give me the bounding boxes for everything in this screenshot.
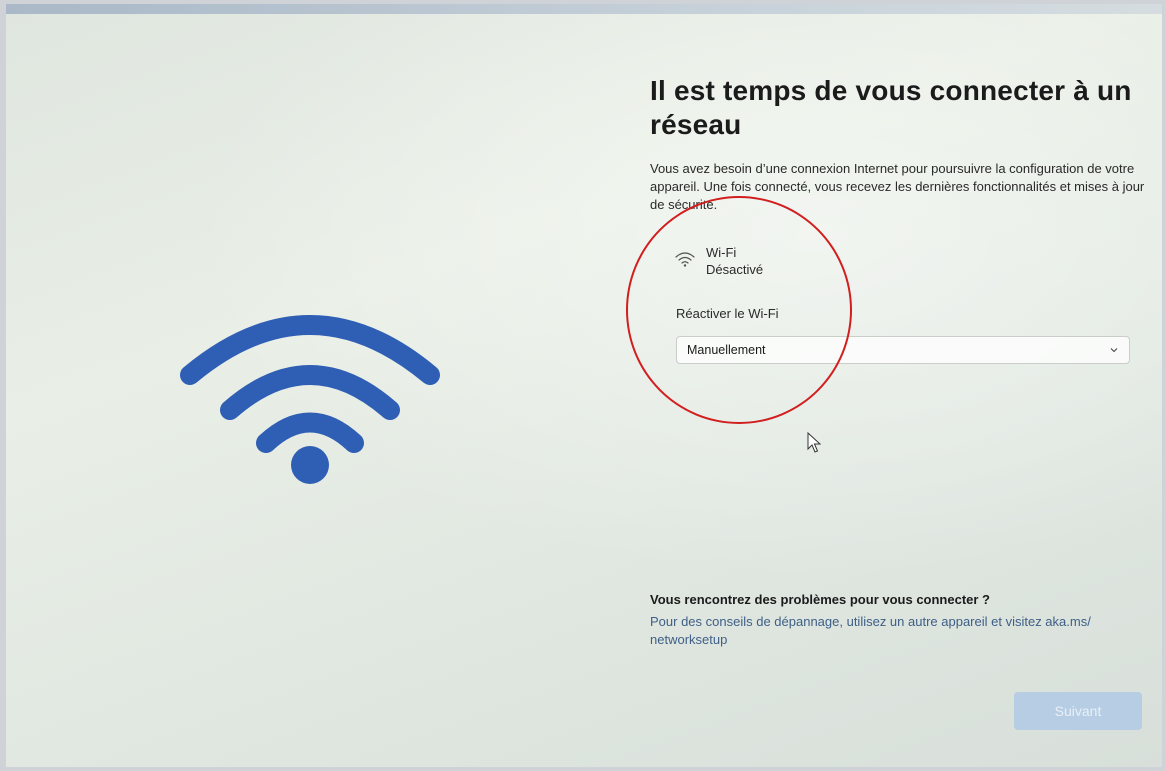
next-button[interactable]: Suivant <box>1014 692 1142 730</box>
wifi-name: Wi-Fi <box>706 245 737 260</box>
dropdown-selected-value: Manuellement <box>687 343 766 357</box>
window-top-edge <box>6 4 1162 14</box>
page-title: Il est temps de vous connecter à un rése… <box>650 75 1132 140</box>
wifi-network-item[interactable]: Wi-Fi Désactivé <box>674 244 763 278</box>
wifi-icon <box>675 252 695 267</box>
chevron-down-icon <box>1110 348 1118 353</box>
help-title: Vous rencontrez des problèmes pour vous … <box>650 592 990 607</box>
setup-screen: Il est temps de vous connecter à un rése… <box>6 4 1162 767</box>
reenable-wifi-label: Réactiver le Wi-Fi <box>676 306 779 321</box>
setup-content: Il est temps de vous connecter à un rése… <box>650 74 1160 364</box>
mouse-cursor-icon <box>807 432 821 453</box>
help-text-link[interactable]: Pour des conseils de dépannage, utilisez… <box>650 613 1160 649</box>
reenable-wifi-dropdown[interactable]: Manuellement <box>676 336 1130 364</box>
wifi-hero-icon <box>180 315 440 484</box>
help-section: Vous rencontrez des problèmes pour vous … <box>650 592 1160 649</box>
wifi-status: Désactivé <box>706 262 764 277</box>
page-description: Vous avez besoin d’une connexion Interne… <box>650 161 1145 212</box>
